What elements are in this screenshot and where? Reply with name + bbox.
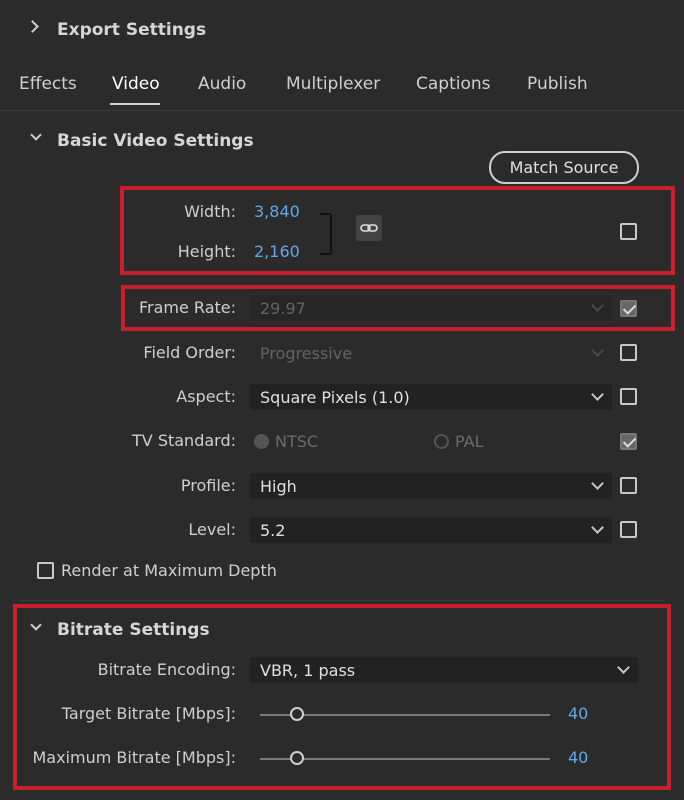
collapse-chevron-icon[interactable] xyxy=(30,129,42,141)
match-source-button[interactable]: Match Source xyxy=(489,151,639,184)
height-value[interactable]: 2,160 xyxy=(254,242,300,262)
chevron-down-icon xyxy=(591,388,604,401)
match-source-label: Match Source xyxy=(509,158,619,177)
bitrate-encoding-label: Bitrate Encoding: xyxy=(97,660,236,679)
tv-standard-checkbox[interactable] xyxy=(620,433,637,450)
level-value: 5.2 xyxy=(260,520,286,540)
bitrate-settings-title: Bitrate Settings xyxy=(57,620,210,640)
chain-link-icon[interactable] xyxy=(356,215,382,241)
target-bitrate-label: Target Bitrate [Mbps]: xyxy=(61,704,236,723)
profile-dropdown[interactable]: High xyxy=(250,473,612,499)
chevron-down-icon xyxy=(591,477,604,490)
render-max-depth-checkbox[interactable] xyxy=(37,562,54,579)
field-order-checkbox[interactable] xyxy=(620,344,637,361)
pal-radio[interactable] xyxy=(434,434,449,449)
max-bitrate-label: Maximum Bitrate [Mbps]: xyxy=(32,748,236,767)
frame-rate-label: Frame Rate: xyxy=(138,298,236,317)
aspect-checkbox[interactable] xyxy=(620,388,637,405)
expand-chevron-icon[interactable] xyxy=(26,20,39,33)
target-bitrate-slider[interactable] xyxy=(290,707,304,721)
section-divider xyxy=(20,600,664,601)
field-order-label: Field Order: xyxy=(143,343,236,362)
level-checkbox[interactable] xyxy=(620,521,637,538)
bitrate-encoding-dropdown[interactable]: VBR, 1 pass xyxy=(250,657,638,683)
render-max-depth-label: Render at Maximum Depth xyxy=(61,561,277,580)
frame-rate-dropdown[interactable]: 29.97 xyxy=(250,295,612,321)
chevron-down-icon xyxy=(591,521,604,534)
link-bracket xyxy=(320,213,332,255)
width-label: Width: xyxy=(184,202,236,221)
export-settings-title: Export Settings xyxy=(57,20,207,40)
max-bitrate-value[interactable]: 40 xyxy=(568,748,588,768)
chevron-down-icon xyxy=(591,344,604,357)
active-tab-underline xyxy=(110,103,160,105)
height-label: Height: xyxy=(177,242,236,261)
aspect-label: Aspect: xyxy=(176,387,236,406)
chevron-down-icon xyxy=(617,661,630,674)
aspect-dropdown[interactable]: Square Pixels (1.0) xyxy=(250,384,612,410)
ntsc-label: NTSC xyxy=(275,432,319,451)
basic-video-settings-title: Basic Video Settings xyxy=(57,131,254,151)
aspect-value: Square Pixels (1.0) xyxy=(260,387,410,407)
tab-video[interactable]: Video xyxy=(112,74,160,94)
tab-publish[interactable]: Publish xyxy=(527,74,588,94)
chevron-down-icon xyxy=(591,299,604,312)
tv-standard-label: TV Standard: xyxy=(132,431,236,450)
width-value[interactable]: 3,840 xyxy=(254,202,300,222)
level-label: Level: xyxy=(188,520,236,539)
tab-captions[interactable]: Captions xyxy=(416,74,491,94)
width-height-checkbox[interactable] xyxy=(620,223,637,240)
tab-divider xyxy=(0,110,684,111)
profile-label: Profile: xyxy=(180,476,236,495)
level-dropdown[interactable]: 5.2 xyxy=(250,517,612,543)
ntsc-radio[interactable] xyxy=(254,434,269,449)
tab-multiplexer[interactable]: Multiplexer xyxy=(286,74,380,94)
profile-value: High xyxy=(260,476,297,496)
field-order-value: Progressive xyxy=(260,343,353,363)
max-bitrate-slider[interactable] xyxy=(290,751,304,765)
profile-checkbox[interactable] xyxy=(620,477,637,494)
field-order-dropdown[interactable]: Progressive xyxy=(250,340,612,366)
frame-rate-value: 29.97 xyxy=(260,298,306,318)
pal-label: PAL xyxy=(455,432,484,451)
target-bitrate-value[interactable]: 40 xyxy=(568,704,588,724)
collapse-chevron-icon[interactable] xyxy=(30,619,42,631)
frame-rate-checkbox[interactable] xyxy=(620,300,637,317)
tab-effects[interactable]: Effects xyxy=(19,74,77,94)
bitrate-encoding-value: VBR, 1 pass xyxy=(260,660,356,680)
tab-audio[interactable]: Audio xyxy=(198,74,246,94)
